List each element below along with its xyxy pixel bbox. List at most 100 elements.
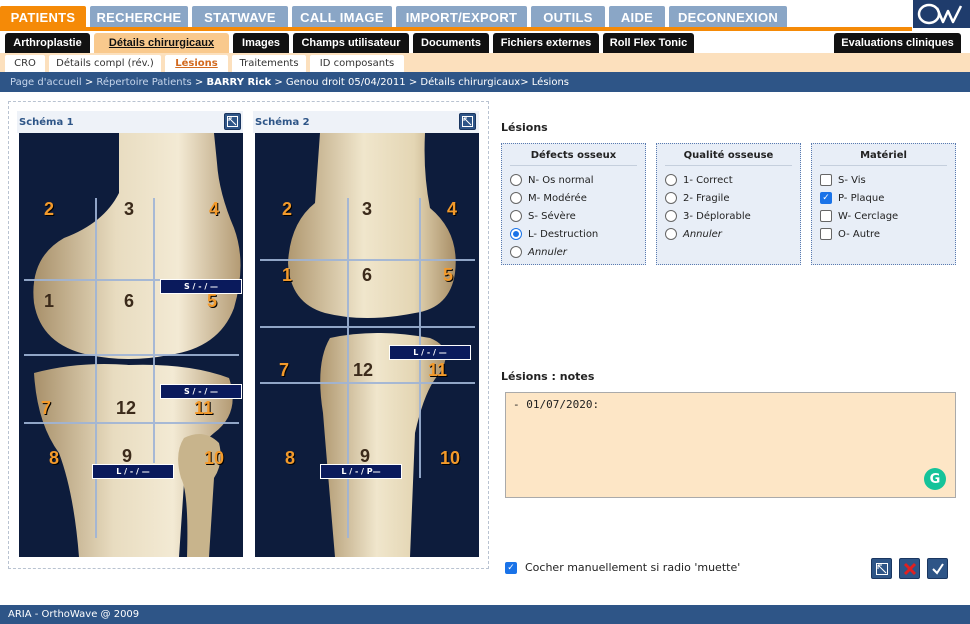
- defect-option-destruction[interactable]: L- Destruction: [510, 225, 637, 243]
- defect-option-annuler[interactable]: Annuler: [510, 243, 637, 261]
- zone-label[interactable]: 3: [362, 199, 372, 220]
- schema1-expand-button[interactable]: [224, 113, 241, 130]
- schema2-expand-button[interactable]: [459, 113, 476, 130]
- option-label: N- Os normal: [528, 174, 594, 186]
- material-option-plaque[interactable]: ✓ P- Plaque: [820, 189, 947, 207]
- zone-label[interactable]: 8: [285, 448, 295, 469]
- radio-button[interactable]: [510, 192, 522, 204]
- tab-deconnexion[interactable]: DECONNEXION: [669, 6, 787, 28]
- validate-button[interactable]: [927, 558, 948, 579]
- schema2-image[interactable]: 2 3 4 1 6 5 7 12 11 8 9 10 L / - / — L /…: [255, 133, 479, 557]
- zone-label[interactable]: 12: [353, 360, 373, 381]
- schema1-image[interactable]: 2 3 4 1 6 5 7 12 11 8 9 10 S / - / — S /…: [19, 133, 243, 557]
- tab-arthroplastie[interactable]: Arthroplastie: [5, 33, 90, 53]
- checkbox[interactable]: [820, 210, 832, 222]
- tab-import-export[interactable]: IMPORT/EXPORT: [396, 6, 527, 28]
- zone-label[interactable]: 12: [116, 398, 136, 419]
- tab-statwave[interactable]: STATWAVE: [192, 6, 288, 28]
- zone-label[interactable]: 2: [282, 199, 292, 220]
- radio-button[interactable]: [510, 174, 522, 186]
- quality-option-correct[interactable]: 1- Correct: [665, 171, 792, 189]
- checkbox[interactable]: [820, 174, 832, 186]
- zone-label[interactable]: 10: [440, 448, 460, 469]
- tab-fichiers-externes[interactable]: Fichiers externes: [493, 33, 599, 53]
- expand-button[interactable]: [871, 558, 892, 579]
- quality-option-deplorable[interactable]: 3- Déplorable: [665, 207, 792, 225]
- lesion-tag[interactable]: L / - / —: [92, 464, 174, 479]
- zone-label[interactable]: 4: [209, 199, 219, 220]
- breadcrumb-patients[interactable]: Répertoire Patients: [96, 77, 191, 88]
- schema2-title: Schéma 2: [255, 116, 310, 128]
- radio-button[interactable]: [510, 228, 522, 240]
- top-navigation: PATIENTS RECHERCHE STATWAVE CALL IMAGE I…: [0, 0, 970, 28]
- tab-call-image[interactable]: CALL IMAGE: [292, 6, 392, 28]
- zone-label[interactable]: 7: [41, 398, 51, 419]
- zone-label[interactable]: 10: [204, 448, 224, 469]
- checkbox[interactable]: ✓: [820, 192, 832, 204]
- tab-images[interactable]: Images: [233, 33, 289, 53]
- quality-option-annuler[interactable]: Annuler: [665, 225, 792, 243]
- checkbox[interactable]: [820, 228, 832, 240]
- delete-button[interactable]: [899, 558, 920, 579]
- zone-label[interactable]: 1: [282, 265, 292, 286]
- zone-label[interactable]: 5: [207, 291, 217, 312]
- lesion-tag[interactable]: L / - / —: [389, 345, 471, 360]
- notes-title: Lésions : notes: [501, 370, 595, 383]
- zone-label[interactable]: 11: [428, 360, 447, 381]
- tab-aide[interactable]: AIDE: [609, 6, 665, 28]
- zone-label[interactable]: 6: [362, 265, 372, 286]
- option-label: 2- Fragile: [683, 192, 730, 204]
- quality-option-fragile[interactable]: 2- Fragile: [665, 189, 792, 207]
- manual-check-row[interactable]: ✓ Cocher manuellement si radio 'muette': [505, 561, 740, 574]
- manual-checkbox[interactable]: ✓: [505, 561, 517, 574]
- material-option-cerclage[interactable]: W- Cerclage: [820, 207, 947, 225]
- radio-button[interactable]: [665, 210, 677, 222]
- material-option-vis[interactable]: S- Vis: [820, 171, 947, 189]
- zone-label[interactable]: 2: [44, 199, 54, 220]
- zone-label[interactable]: 4: [447, 199, 457, 220]
- lesion-tag[interactable]: S / - / —: [160, 279, 242, 294]
- lesion-tag[interactable]: S / - / —: [160, 384, 242, 399]
- tab-details-chirurgicaux[interactable]: Détails chirurgicaux: [94, 33, 229, 53]
- radio-button[interactable]: [510, 246, 522, 258]
- tab-id-composants[interactable]: ID composants: [310, 55, 404, 72]
- option-label: S- Vis: [838, 174, 866, 186]
- tab-lesions[interactable]: Lésions: [165, 55, 228, 72]
- zone-label[interactable]: 3: [124, 199, 134, 220]
- schema2-header: Schéma 2: [253, 111, 479, 133]
- tab-patients[interactable]: PATIENTS: [0, 6, 86, 28]
- tab-documents[interactable]: Documents: [413, 33, 489, 53]
- radio-button[interactable]: [665, 192, 677, 204]
- radio-button[interactable]: [665, 228, 677, 240]
- zone-label[interactable]: 1: [44, 291, 54, 312]
- zone-label[interactable]: 7: [279, 360, 289, 381]
- defect-option-severe[interactable]: S- Sévère: [510, 207, 637, 225]
- tab-roll-flex-tonic[interactable]: Roll Flex Tonic: [603, 33, 694, 53]
- tab-champs-utilisateur[interactable]: Champs utilisateur: [293, 33, 409, 53]
- defect-option-moderee[interactable]: M- Modérée: [510, 189, 637, 207]
- tab-outils[interactable]: OUTILS: [531, 6, 605, 28]
- zone-label[interactable]: 6: [124, 291, 134, 312]
- tab-recherche[interactable]: RECHERCHE: [90, 6, 188, 28]
- defect-option-normal[interactable]: N- Os normal: [510, 171, 637, 189]
- x-icon: [903, 562, 916, 575]
- zone-label[interactable]: 5: [443, 265, 453, 286]
- lesion-tag[interactable]: L / - / P—: [320, 464, 402, 479]
- grammarly-icon[interactable]: G: [924, 468, 946, 490]
- option-label: M- Modérée: [528, 192, 587, 204]
- tab-cro[interactable]: CRO: [5, 55, 45, 72]
- orthowave-logo-icon[interactable]: [913, 0, 970, 28]
- zone-label[interactable]: 11: [194, 398, 213, 419]
- material-option-autre[interactable]: O- Autre: [820, 225, 947, 243]
- radio-button[interactable]: [665, 174, 677, 186]
- expand-icon: [462, 116, 473, 127]
- tab-traitements[interactable]: Traitements: [232, 55, 306, 72]
- tab-evaluations-cliniques[interactable]: Evaluations cliniques: [834, 33, 961, 53]
- tab-details-compl[interactable]: Détails compl (rév.): [49, 55, 161, 72]
- schema1-title: Schéma 1: [19, 116, 74, 128]
- zone-label[interactable]: 8: [49, 448, 59, 469]
- radio-button[interactable]: [510, 210, 522, 222]
- notes-textarea[interactable]: - 01/07/2020:: [505, 392, 956, 498]
- breadcrumb-home[interactable]: Page d'accueil: [10, 77, 82, 88]
- footer-text: ARIA - OrthoWave @ 2009: [8, 609, 140, 620]
